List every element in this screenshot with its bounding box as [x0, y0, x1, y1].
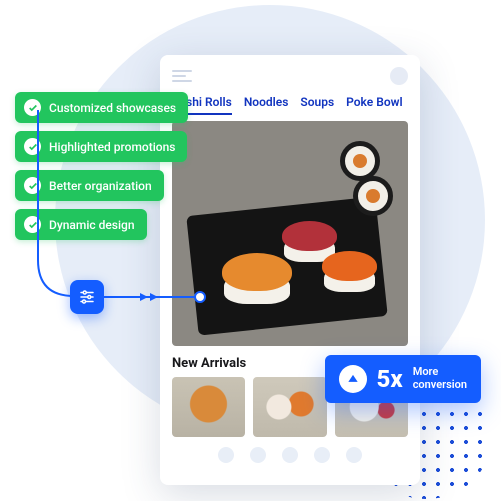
feature-chip: Customized showcases	[15, 92, 188, 123]
feature-chip: Better organization	[15, 170, 164, 201]
check-icon	[24, 177, 41, 194]
phone-topbar	[172, 67, 408, 85]
feature-label: Highlighted promotions	[49, 140, 175, 154]
pagination-dots	[172, 447, 408, 463]
feature-label: Dynamic design	[49, 218, 135, 232]
check-icon	[24, 216, 41, 233]
pager-dot[interactable]	[282, 447, 298, 463]
avatar[interactable]	[390, 67, 408, 85]
pager-dot[interactable]	[314, 447, 330, 463]
feature-chip-list: Customized showcases Highlighted promoti…	[15, 92, 188, 240]
thumbnail-item[interactable]	[172, 377, 245, 437]
feature-label: Customized showcases	[49, 101, 176, 115]
conversion-badge: 5x Moreconversion	[325, 355, 481, 403]
check-icon	[24, 138, 41, 155]
badge-value: 5x	[377, 367, 403, 391]
tab-noodles[interactable]: Noodles	[244, 95, 289, 115]
pager-dot[interactable]	[250, 447, 266, 463]
tab-poke-bowl[interactable]: Poke Bowl	[346, 95, 402, 115]
category-tabs: Sushi Rolls Noodles Soups Poke Bowl	[172, 95, 408, 115]
tab-soups[interactable]: Soups	[300, 95, 334, 115]
hero-image[interactable]	[172, 121, 408, 346]
check-icon	[24, 99, 41, 116]
feature-chip: Dynamic design	[15, 209, 147, 240]
phone-mockup: Sushi Rolls Noodles Soups Poke Bowl New …	[160, 55, 420, 485]
arrow-up-icon	[339, 365, 367, 393]
settings-icon[interactable]	[70, 280, 104, 314]
pager-dot[interactable]	[346, 447, 362, 463]
hamburger-icon[interactable]	[172, 70, 192, 82]
pager-dot[interactable]	[218, 447, 234, 463]
feature-label: Better organization	[49, 179, 152, 193]
thumbnail-item[interactable]	[253, 377, 326, 437]
badge-text: Moreconversion	[413, 366, 467, 391]
feature-chip: Highlighted promotions	[15, 131, 187, 162]
